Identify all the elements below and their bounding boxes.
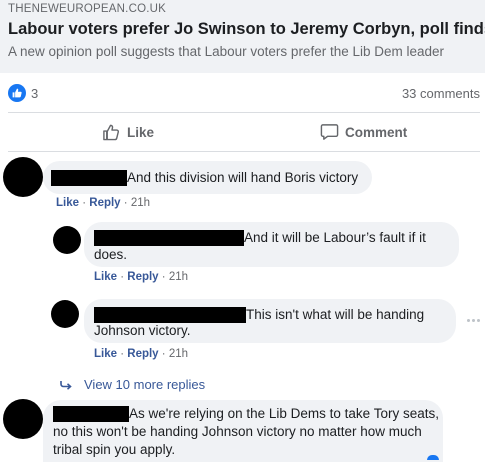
link-preview-card[interactable]: THENEWEUROPEAN.CO.UK Labour voters prefe… bbox=[0, 0, 485, 73]
comment-text: no this won't be handing Johnson victory… bbox=[53, 424, 422, 439]
comment-text: does. bbox=[94, 247, 128, 262]
link-description: A new opinion poll suggests that Labour … bbox=[8, 44, 445, 59]
redacted-name bbox=[51, 170, 127, 186]
comment-like-link[interactable]: Like bbox=[94, 271, 117, 283]
comment-meta: Like · Reply · 21h bbox=[56, 197, 151, 209]
reactions-summary[interactable]: 3 bbox=[8, 84, 38, 102]
comment-button[interactable]: Comment bbox=[320, 123, 407, 141]
comment-bubble: And it will be Labour’s fault if it does… bbox=[84, 222, 459, 267]
comment-bubble: As we're relying on the Lib Dems to take… bbox=[43, 400, 443, 462]
reply-arrow-icon bbox=[60, 380, 72, 390]
comment-timestamp[interactable]: 21h bbox=[131, 197, 150, 209]
comment-text: And it will be Labour’s fault if it bbox=[244, 230, 426, 245]
reaction-count: 3 bbox=[31, 85, 39, 101]
avatar[interactable] bbox=[3, 157, 43, 197]
comment-text: tribal spin you apply. bbox=[53, 442, 176, 457]
comments-count[interactable]: 33 comments bbox=[402, 86, 480, 101]
avatar[interactable] bbox=[51, 300, 79, 328]
comment-meta: Like · Reply · 21h bbox=[94, 271, 189, 283]
comment-like-link[interactable]: Like bbox=[56, 197, 79, 209]
comment-text: Johnson victory. bbox=[94, 323, 191, 338]
divider bbox=[8, 112, 480, 113]
comment-button-label: Comment bbox=[345, 124, 408, 140]
link-domain: THENEWEUROPEAN.CO.UK bbox=[8, 3, 166, 15]
comment-timestamp[interactable]: 21h bbox=[169, 271, 188, 283]
view-more-replies-link[interactable]: View 10 more replies bbox=[60, 377, 205, 392]
divider bbox=[8, 151, 480, 152]
link-headline[interactable]: Labour voters prefer Jo Swinson to Jerem… bbox=[8, 20, 485, 39]
like-button-label: Like bbox=[127, 124, 155, 140]
comment-text: This isn't what will be handing bbox=[246, 307, 425, 322]
comment-reply-link[interactable]: Reply bbox=[127, 348, 158, 360]
like-reaction-icon bbox=[8, 84, 26, 102]
comment-icon bbox=[320, 124, 339, 140]
comment-text: As we're relying on the Lib Dems to take… bbox=[129, 406, 439, 421]
comment-text: And this division will hand Boris victor… bbox=[127, 170, 359, 185]
redacted-name bbox=[53, 406, 129, 422]
comment-reply-link[interactable]: Reply bbox=[127, 271, 158, 283]
more-options-icon[interactable] bbox=[467, 319, 480, 322]
comment-meta: Like · Reply · 21h bbox=[94, 348, 189, 360]
avatar[interactable] bbox=[3, 399, 43, 439]
like-button[interactable]: Like bbox=[102, 123, 154, 141]
redacted-name bbox=[94, 307, 246, 323]
comment-timestamp[interactable]: 21h bbox=[169, 348, 188, 360]
comment-reply-link[interactable]: Reply bbox=[89, 197, 120, 209]
comment-bubble: And this division will hand Boris victor… bbox=[43, 161, 372, 194]
thumbs-up-icon bbox=[103, 124, 120, 141]
comment-like-link[interactable]: Like bbox=[94, 348, 117, 360]
comment-bubble: This isn't what will be handing Johnson … bbox=[84, 299, 456, 343]
like-reaction-icon bbox=[427, 455, 439, 460]
avatar[interactable] bbox=[53, 226, 81, 254]
redacted-name bbox=[94, 230, 244, 246]
view-more-replies-label: View 10 more replies bbox=[84, 377, 206, 392]
